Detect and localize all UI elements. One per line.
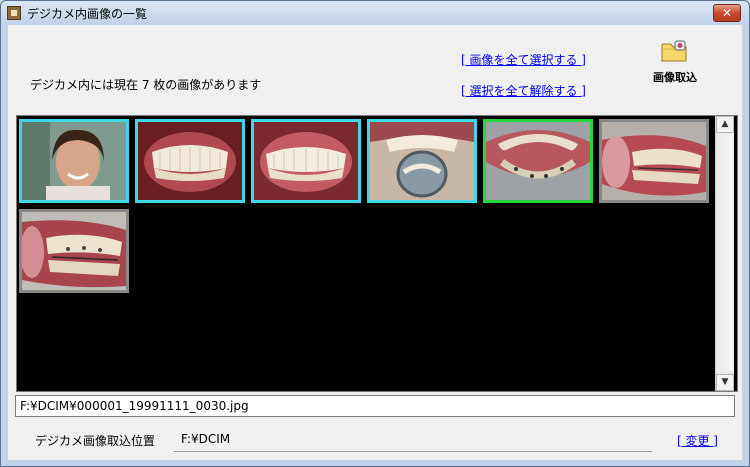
gallery-scrollbar[interactable]: ▲ ▼ — [715, 116, 734, 391]
import-label: 画像取込 — [653, 71, 697, 84]
scroll-down-button[interactable]: ▼ — [716, 374, 734, 391]
import-button[interactable]: 画像取込 — [646, 37, 704, 85]
thumbnail-gallery: ▲ ▼ — [16, 115, 738, 392]
thumbnail-lower-occlusal[interactable] — [483, 119, 593, 203]
scroll-thumb[interactable] — [717, 134, 733, 371]
folder-import-icon — [661, 40, 687, 62]
location-underline — [174, 451, 652, 452]
client-area: [ 画像を全て選択する ] [ 選択を全て解除する ] デジカメ内には現在 7 … — [8, 25, 742, 460]
thumbnail-lateral-teeth-2[interactable] — [19, 209, 129, 293]
app-icon — [7, 6, 21, 20]
select-all-link[interactable]: [ 画像を全て選択する ] — [461, 51, 586, 68]
scroll-up-button[interactable]: ▲ — [716, 116, 734, 133]
thumbnail-frontal-teeth-2[interactable] — [251, 119, 361, 203]
thumbnail-portrait[interactable] — [19, 119, 129, 203]
thumbnail-frontal-teeth[interactable] — [135, 119, 245, 203]
deselect-all-link[interactable]: [ 選択を全て解除する ] — [461, 82, 586, 99]
thumbnail-lateral-teeth[interactable] — [599, 119, 709, 203]
current-file-path: F:¥DCIM¥000001_19991111_0030.jpg — [15, 395, 735, 417]
import-location-value: F:¥DCIM — [181, 432, 231, 446]
app-window: デジカメ内画像の一覧 ✕ [ 画像を全て選択する ] [ 選択を全て解除する ]… — [0, 0, 750, 467]
title-bar[interactable]: デジカメ内画像の一覧 ✕ — [1, 1, 749, 25]
close-button[interactable]: ✕ — [713, 4, 741, 22]
import-location-label: デジカメ画像取込位置 — [35, 434, 156, 448]
thumbnail-upper-occlusal-mirror[interactable] — [367, 119, 477, 203]
change-location-link[interactable]: [ 変更 ] — [677, 432, 718, 449]
window-title: デジカメ内画像の一覧 — [27, 7, 148, 21]
image-count-text: デジカメ内には現在 7 枚の画像があります — [30, 78, 262, 92]
